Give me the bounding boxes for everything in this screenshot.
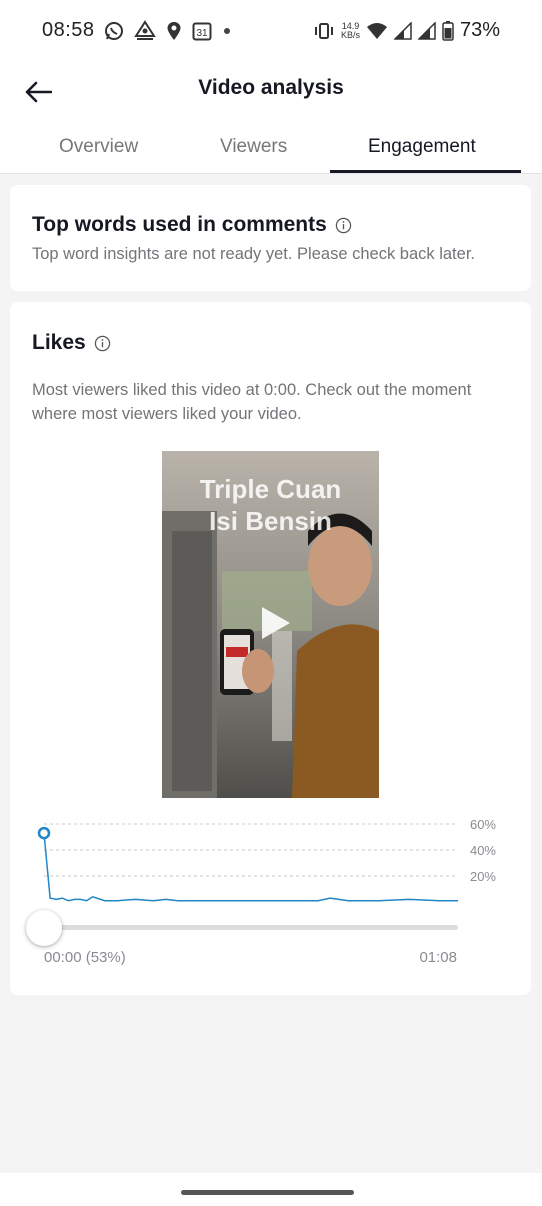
- system-nav-bar: [0, 1173, 542, 1206]
- active-tab-indicator: [330, 170, 521, 173]
- likes-series-line: [43, 833, 458, 902]
- tab-viewers[interactable]: Viewers: [220, 136, 287, 158]
- video-caption: Triple Cuan Isi Bensin: [162, 473, 379, 537]
- tab-overview[interactable]: Overview: [59, 136, 138, 158]
- start-time-label: 00:00 (53%): [44, 949, 126, 966]
- top-words-message: Top word insights are not ready yet. Ple…: [32, 245, 475, 263]
- app-header: Video analysis: [0, 64, 542, 120]
- signal-icon: [393, 21, 412, 40]
- home-indicator[interactable]: [181, 1190, 354, 1195]
- likes-chart: 60% 40% 20% 00:00 (53%) 01:08: [10, 812, 531, 966]
- top-words-card: Top words used in comments Top word insi…: [10, 185, 531, 291]
- top-words-heading: Top words used in comments: [32, 213, 352, 237]
- play-icon[interactable]: [254, 603, 294, 643]
- status-time: 08:58: [42, 19, 95, 41]
- timeline-slider-track[interactable]: [44, 925, 458, 930]
- timeline-slider-handle[interactable]: [26, 910, 62, 946]
- likes-heading: Likes: [32, 331, 111, 355]
- system-icons: 14.9 KB/s 73%: [313, 19, 500, 42]
- info-icon[interactable]: [94, 335, 111, 352]
- top-words-title: Top words used in comments: [32, 213, 327, 236]
- battery-percent: 73%: [459, 19, 500, 41]
- y-tick-label: 20%: [469, 869, 496, 884]
- end-time-label: 01:08: [419, 949, 457, 966]
- network-speed-unit: KB/s: [340, 29, 360, 40]
- y-tick-label: 40%: [469, 843, 496, 858]
- page-title: Video analysis: [198, 76, 344, 99]
- tab-bar: Overview Viewers Engagement: [0, 120, 542, 174]
- highlighted-point[interactable]: [37, 826, 51, 840]
- video-caption-line1: Triple Cuan: [199, 474, 342, 504]
- likes-chart-plot: [37, 823, 458, 902]
- signal-icon: [417, 21, 436, 40]
- dot-icon: [224, 28, 230, 34]
- tab-engagement[interactable]: Engagement: [368, 136, 476, 158]
- info-icon[interactable]: [335, 217, 352, 234]
- video-caption-line2: Isi Bensin: [209, 506, 332, 536]
- likes-title: Likes: [32, 331, 86, 354]
- notification-icons: 31: [104, 20, 232, 42]
- video-thumbnail[interactable]: Triple Cuan Isi Bensin: [162, 451, 379, 798]
- wifi-icon: [366, 22, 387, 39]
- location-icon: [167, 22, 181, 40]
- network-speed: 14.9 KB/s: [340, 21, 360, 40]
- battery-icon: [442, 20, 454, 41]
- y-tick-label: 60%: [469, 817, 496, 832]
- svg-text:31: 31: [196, 28, 208, 39]
- vibrate-icon: [314, 22, 333, 39]
- calendar-icon: 31: [192, 22, 212, 41]
- likes-description: Most viewers liked this video at 0:00. C…: [32, 381, 472, 423]
- status-bar: 08:58 31 14.9 KB/s 73%: [0, 0, 542, 64]
- whatsapp-icon: [105, 22, 123, 40]
- likes-card: Likes Most viewers liked this video at 0…: [10, 302, 531, 995]
- airvpn-icon: [134, 20, 156, 40]
